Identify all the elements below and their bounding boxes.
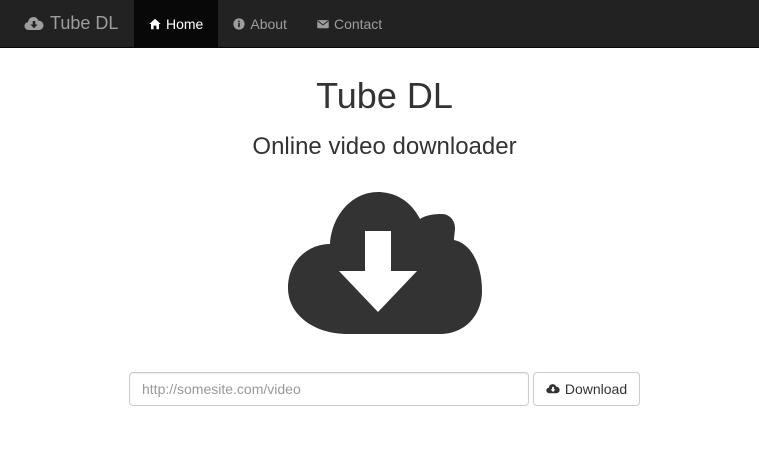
video-url-input[interactable] xyxy=(129,372,529,406)
download-button[interactable]: Download xyxy=(533,372,640,406)
cloud-download-icon xyxy=(24,14,44,34)
download-button-label: Download xyxy=(564,381,628,397)
info-circle-icon xyxy=(233,17,245,30)
nav-item-label: About xyxy=(250,15,287,32)
home-icon xyxy=(149,18,161,30)
nav-item-label: Contact xyxy=(333,15,383,32)
envelope-icon xyxy=(317,18,329,30)
cloud-download-icon xyxy=(288,192,482,334)
nav-item-label: Home xyxy=(166,15,204,32)
brand-link[interactable]: Tube DL xyxy=(24,0,118,47)
nav-menu: Home About Contact xyxy=(134,0,397,47)
page-subtitle: Online video downloader xyxy=(252,133,517,160)
cloud-download-icon xyxy=(546,382,560,396)
nav-item-contact[interactable]: Contact xyxy=(302,0,397,47)
brand-label: Tube DL xyxy=(50,13,119,33)
nav-item-about[interactable]: About xyxy=(218,0,302,47)
nav-item-home[interactable]: Home xyxy=(134,0,219,47)
navbar: Tube DL Home About Contact xyxy=(0,0,759,48)
page-title: Tube DL xyxy=(316,75,453,116)
